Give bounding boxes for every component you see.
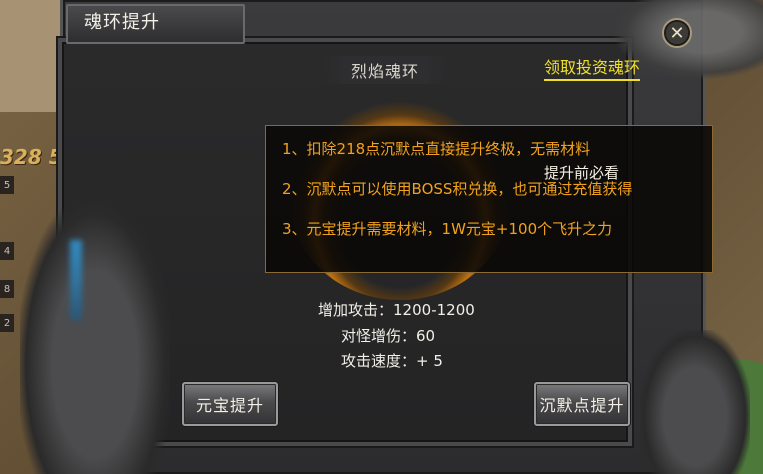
invest-ring-link[interactable]: 领取投资魂环 <box>544 54 641 81</box>
attack-speed-label: 攻击速度： <box>341 352 417 370</box>
notice-line: 3、元宝提升需要材料，1W元宝+100个飞升之力 <box>282 220 613 238</box>
monster-damage-stat: 对怪增伤：60 <box>341 325 435 346</box>
yuanbao-upgrade-button[interactable]: 元宝提升 <box>182 382 278 426</box>
notice-tooltip: 1、扣除218点沉默点直接提升终极，无需材料 2、沉默点可以使用BOSS积兑换，… <box>265 125 713 273</box>
close-button[interactable]: ✕ <box>662 18 692 48</box>
monster-damage-value: 60 <box>416 327 436 345</box>
monster-damage-label: 对怪增伤： <box>341 327 417 345</box>
ring-name: 烈焰魂环 <box>320 56 450 84</box>
window-title: 魂环提升 <box>84 12 160 33</box>
attack-value: 1200-1200 <box>393 301 475 319</box>
notice-line: 1、扣除218点沉默点直接提升终极，无需材料 <box>282 140 591 158</box>
phoenix-ornament-left <box>20 200 170 474</box>
attack-speed-value: + 5 <box>416 352 443 370</box>
side-marker: 8 <box>0 280 14 298</box>
attack-stat: 增加攻击：1200-1200 <box>318 299 475 320</box>
attack-speed-stat: 攻击速度：+ 5 <box>341 350 443 371</box>
attack-label: 增加攻击： <box>318 301 394 319</box>
notice-tip: 提升前必看 <box>544 164 620 182</box>
left-hud-panel <box>0 0 67 112</box>
silence-point-upgrade-button[interactable]: 沉默点提升 <box>534 382 630 426</box>
side-marker: 5 <box>0 176 14 194</box>
side-marker: 2 <box>0 314 14 332</box>
dragon-ornament-right <box>640 330 750 474</box>
side-marker: 4 <box>0 242 14 260</box>
